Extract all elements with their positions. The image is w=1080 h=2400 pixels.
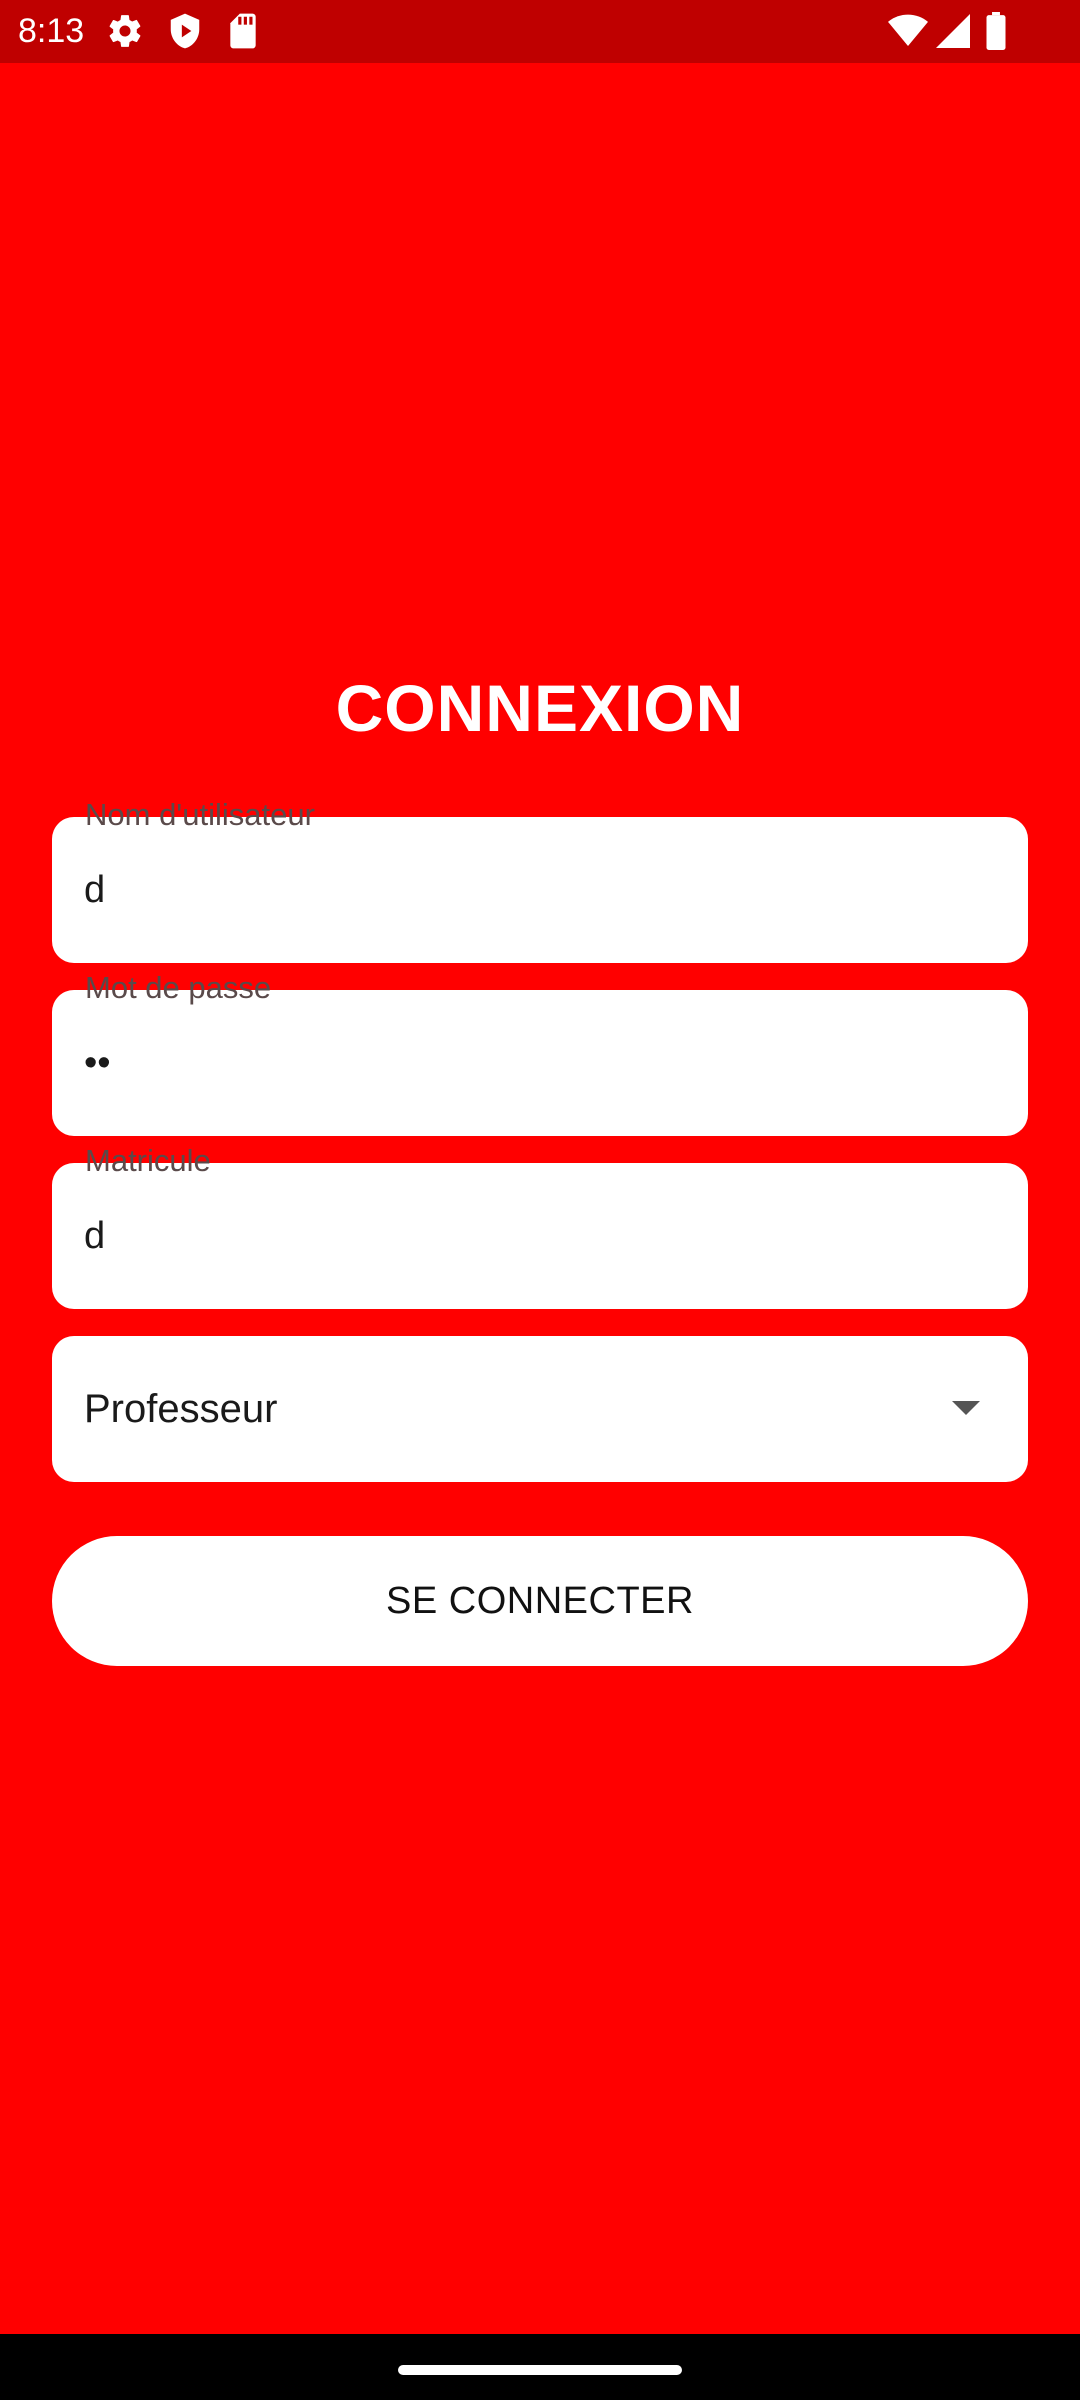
matricule-value: d	[84, 1215, 106, 1257]
settings-icon	[106, 12, 144, 55]
navigation-bar	[0, 2334, 1080, 2400]
username-value: d	[84, 869, 106, 911]
sd-card-icon	[226, 12, 260, 55]
username-label: Nom d'utilisateur	[85, 797, 315, 832]
matricule-field[interactable]: d	[52, 1163, 1028, 1309]
home-gesture-handle[interactable]	[398, 2365, 682, 2375]
wifi-icon	[888, 14, 928, 53]
role-selected-value: Professeur	[84, 1387, 278, 1431]
password-field[interactable]: ••	[52, 990, 1028, 1136]
shield-play-icon	[166, 12, 204, 55]
page-title: CONNEXION	[335, 671, 745, 745]
password-value: ••	[84, 1042, 111, 1084]
connect-button[interactable]: SE CONNECTER	[52, 1536, 1028, 1666]
username-field[interactable]: d	[52, 817, 1028, 963]
chevron-down-icon[interactable]	[952, 1401, 980, 1415]
signal-icon	[936, 14, 970, 53]
matricule-label: Matricule	[85, 1143, 211, 1178]
role-dropdown[interactable]: Professeur	[52, 1336, 1028, 1482]
password-label: Mot de passe	[85, 970, 272, 1005]
battery-icon	[986, 12, 1006, 55]
status-bar: 8:13	[0, 0, 1080, 63]
status-time: 8:13	[18, 12, 85, 50]
